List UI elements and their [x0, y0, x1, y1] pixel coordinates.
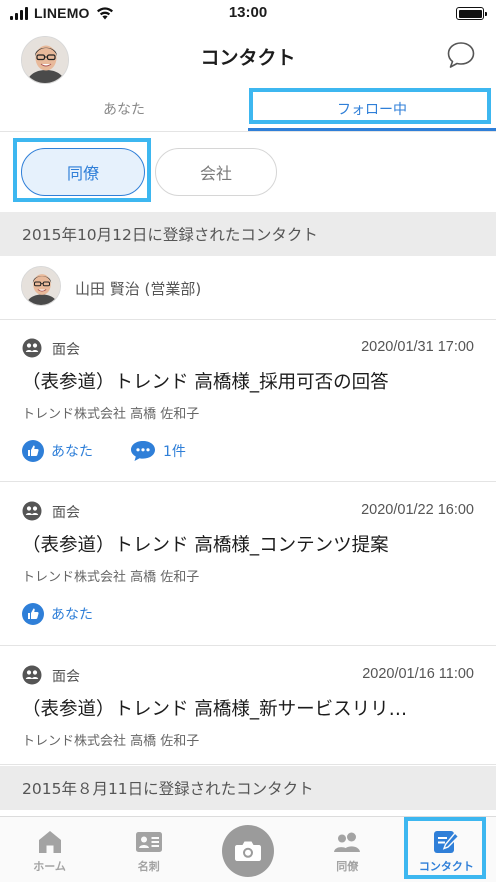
- chat-bubble-icon: [447, 42, 475, 68]
- meeting-icon: [22, 665, 42, 685]
- active-tab-indicator: [248, 128, 496, 131]
- contact-title: （表参道）トレンド 高橋様_コンテンツ提案: [22, 535, 389, 556]
- contact-type: 面会: [52, 669, 80, 685]
- contact-company: トレンド株式会社 高橋 佐和子: [22, 570, 200, 585]
- tabbar-label: コンタクト: [418, 860, 474, 873]
- tabbar-contacts[interactable]: コンタクト: [397, 817, 496, 882]
- contact-title: （表参道）トレンド 高橋様_採用可否の回答: [22, 372, 389, 393]
- filter-chip-company[interactable]: 会社: [155, 148, 277, 196]
- camera-button[interactable]: [222, 825, 274, 877]
- contact-datetime: 2020/01/31 17:00: [361, 339, 474, 355]
- tabbar-label: 名刺: [137, 860, 160, 873]
- contact-card[interactable]: 面会 2020/01/22 16:00 （表参道）トレンド 高橋様_コンテンツ提…: [0, 483, 496, 646]
- home-icon: [38, 831, 61, 853]
- colleague-avatar: [21, 266, 61, 306]
- status-bar: LINEMO 13:00: [0, 0, 496, 28]
- tab-bar-top: あなた フォロー中: [0, 86, 496, 132]
- section-header: 2015年８月11日に登録されたコンタクト: [0, 766, 496, 810]
- tabbar-home[interactable]: ホーム: [0, 817, 99, 882]
- tab-following[interactable]: フォロー中: [248, 86, 496, 131]
- contact-type: 面会: [52, 342, 80, 358]
- like-button[interactable]: あなた: [22, 440, 93, 462]
- chat-button[interactable]: [446, 40, 476, 70]
- contact-type: 面会: [52, 505, 80, 521]
- comment-button[interactable]: 1件: [130, 440, 186, 462]
- business-card-icon: [135, 832, 162, 852]
- contact-card[interactable]: 面会 2020/01/31 17:00 （表参道）トレンド 高橋様_採用可否の回…: [0, 320, 496, 482]
- camera-icon: [235, 841, 261, 861]
- comment-icon: [131, 441, 155, 461]
- page-title: コンタクト: [200, 47, 296, 69]
- bottom-tab-bar: ホーム 名刺 同僚 コンタクト: [0, 816, 496, 882]
- status-time: 13:00: [228, 4, 268, 21]
- tabbar-business-cards[interactable]: 名刺: [99, 817, 198, 882]
- battery-icon: [456, 7, 487, 20]
- tab-you[interactable]: あなた: [0, 86, 248, 131]
- like-label: あなた: [51, 607, 93, 623]
- like-button[interactable]: あなた: [22, 603, 93, 625]
- colleague-row[interactable]: 山田 賢治 (営業部): [0, 256, 496, 320]
- colleagues-icon: [334, 832, 361, 852]
- comment-count: 1件: [163, 444, 186, 460]
- contact-card[interactable]: 面会 2020/01/16 11:00 （表参道）トレンド 高橋様_新サービスリ…: [0, 647, 496, 765]
- thumbs-up-icon: [22, 440, 44, 462]
- like-label: あなた: [51, 444, 93, 460]
- contact-datetime: 2020/01/22 16:00: [361, 502, 474, 518]
- contact-company: トレンド株式会社 高橋 佐和子: [22, 407, 200, 422]
- contact-title: （表参道）トレンド 高橋様_新サービスリリ…: [22, 699, 408, 720]
- tabbar-colleagues[interactable]: 同僚: [298, 817, 397, 882]
- meeting-icon: [22, 501, 42, 521]
- filter-chip-colleague[interactable]: 同僚: [21, 148, 145, 196]
- nav-header: コンタクト: [0, 28, 496, 88]
- colleague-name: 山田 賢治 (営業部): [75, 280, 202, 298]
- thumbs-up-icon: [22, 603, 44, 625]
- tabbar-label: 同僚: [336, 860, 359, 873]
- section-header: 2015年10月12日に登録されたコンタクト: [0, 212, 496, 256]
- contact-company: トレンド株式会社 高橋 佐和子: [22, 734, 200, 749]
- contact-edit-icon: [434, 831, 460, 853]
- meeting-icon: [22, 338, 42, 358]
- tabbar-label: ホーム: [33, 860, 66, 873]
- contact-datetime: 2020/01/16 11:00: [362, 666, 474, 682]
- tabbar-camera[interactable]: [198, 817, 297, 882]
